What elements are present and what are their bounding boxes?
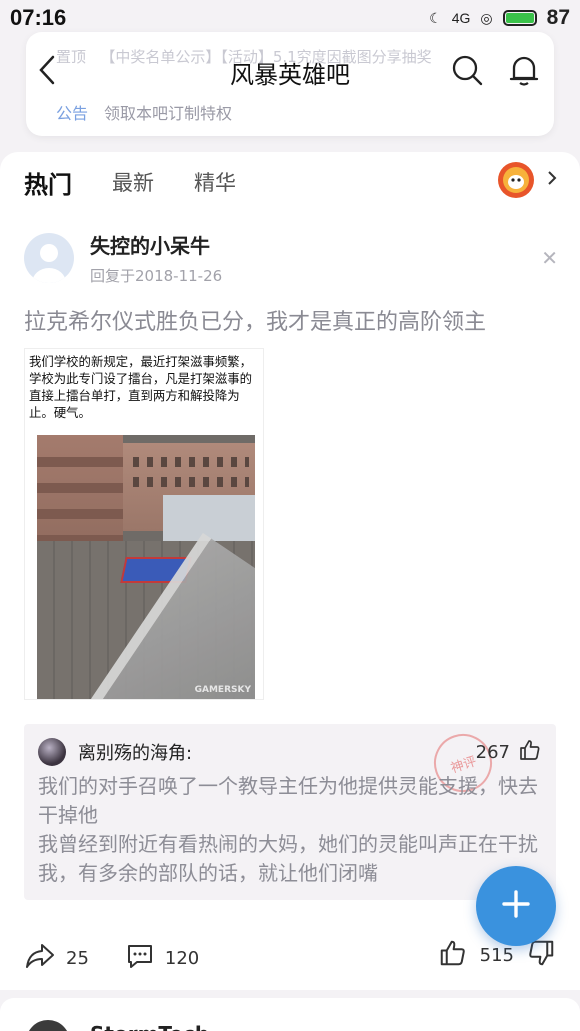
boxing-ring-photo: GAMERSKY <box>37 435 255 699</box>
avatar[interactable] <box>26 1020 70 1031</box>
status-bar: 07:16 ☾ 4G ◎ 87 <box>0 0 580 36</box>
comment-like-count: 267 <box>475 742 510 763</box>
reply-date: 回复于2018-11-26 <box>90 267 223 285</box>
battery-percent: 87 <box>546 6 570 29</box>
bell-icon[interactable] <box>508 53 540 91</box>
post-actions: 25 120 515 <box>24 938 556 978</box>
network-label: 4G <box>451 10 471 26</box>
share-button[interactable]: 25 <box>24 942 89 975</box>
chevron-right-icon[interactable] <box>546 169 558 191</box>
next-post-card[interactable]: StormTech <box>0 998 580 1031</box>
wifi-icon: ◎ <box>480 9 493 26</box>
tab-featured[interactable]: 精华 <box>194 167 236 197</box>
announcement-tag: 公告 <box>56 104 89 123</box>
thumb-up-icon[interactable] <box>438 938 468 973</box>
comment-author[interactable]: 离别殇的海角: <box>78 739 192 765</box>
announcement[interactable]: 公告 领取本吧订制特权 <box>56 100 232 124</box>
forum-avatar[interactable] <box>498 162 534 198</box>
feed-tabs: 热门 最新 精华 <box>0 152 580 212</box>
post-image[interactable]: 我们学校的新规定，最近打架滋事频繁，学校为此专门设了擂台，凡是打架滋事的直接上擂… <box>24 348 264 700</box>
close-icon[interactable]: ✕ <box>541 246 558 270</box>
comment-button[interactable]: 120 <box>125 942 199 975</box>
avatar[interactable] <box>24 233 74 283</box>
forum-header: 置顶 【中奖名单公示】【活动】5.1究度因截图分享抽奖 风暴英雄吧 公告 领取本… <box>26 32 554 136</box>
new-post-button[interactable] <box>476 866 556 946</box>
dnd-icon: ☾ <box>429 9 442 26</box>
status-time: 07:16 <box>10 5 67 30</box>
avatar[interactable] <box>38 738 66 766</box>
battery-icon <box>502 10 537 26</box>
like-count: 515 <box>479 945 514 966</box>
share-icon <box>24 942 56 975</box>
comment-line: 我们的对手召唤了一个教导主任为他提供灵能支援，快去干掉他 <box>38 774 538 827</box>
next-post-author[interactable]: StormTech <box>90 1022 209 1031</box>
post-title[interactable]: 拉克希尔仪式胜负已分，我才是真正的高阶领主 <box>24 304 486 336</box>
image-watermark: GAMERSKY <box>194 685 251 695</box>
share-count: 25 <box>66 947 89 969</box>
tab-latest[interactable]: 最新 <box>112 167 154 197</box>
thumb-up-icon[interactable] <box>518 738 542 767</box>
top-comment[interactable]: 离别殇的海角: 神评 267 我们的对手召唤了一个教导主任为他提供灵能支援，快去… <box>24 724 556 900</box>
comment-count: 120 <box>164 947 200 969</box>
image-caption: 我们学校的新规定，最近打架滋事频繁，学校为此专门设了擂台，凡是打架滋事的直接上擂… <box>29 354 253 420</box>
search-icon[interactable] <box>450 53 484 91</box>
plus-icon <box>499 887 533 925</box>
comment-line: 我曾经到附近有看热闹的大妈，她们的灵能叫声正在干扰我，有多余的部队的话，就让他们… <box>38 832 538 885</box>
announcement-text: 领取本吧订制特权 <box>104 104 233 123</box>
back-icon[interactable] <box>34 53 62 91</box>
comment-icon <box>125 942 155 975</box>
tab-hot[interactable]: 热门 <box>24 165 72 200</box>
post-author[interactable]: 失控的小呆牛 <box>90 230 222 259</box>
